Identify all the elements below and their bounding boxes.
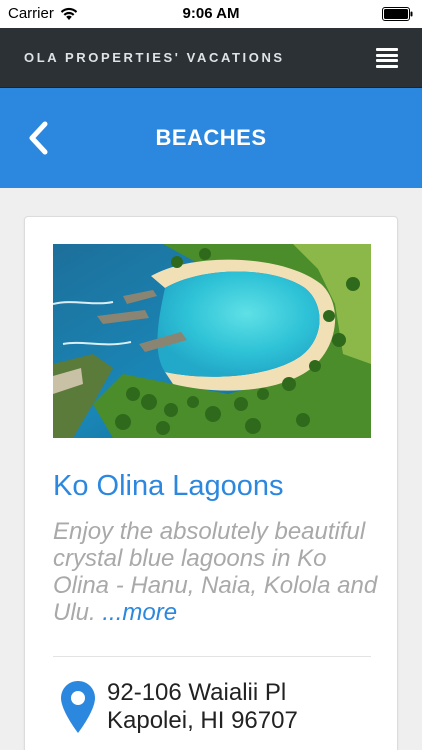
listing-title[interactable]: Ko Olina Lagoons	[53, 470, 284, 503]
listing-description: Enjoy the absolutely beautiful crystal b…	[53, 518, 383, 626]
map-pin-icon	[61, 681, 95, 733]
lagoon-photo[interactable]	[53, 244, 371, 438]
app-header: OLA PROPERTIES' VACATIONS	[0, 28, 422, 88]
app-title: OLA PROPERTIES' VACATIONS	[24, 50, 285, 65]
listing-card[interactable]: Ko Olina Lagoons Enjoy the absolutely be…	[24, 216, 398, 750]
address-line-2: Kapolei, HI 96707	[107, 707, 298, 734]
more-link[interactable]: ...more	[102, 599, 177, 626]
listing-address[interactable]: 92-106 Waialii Pl Kapolei, HI 96707	[107, 679, 298, 735]
status-time: 9:06 AM	[182, 5, 240, 22]
divider	[53, 656, 371, 657]
title-bar: BEACHES	[0, 88, 422, 188]
page-title: BEACHES	[155, 125, 267, 150]
status-bar: Carrier 9:06 AM	[0, 0, 422, 28]
battery-icon	[382, 7, 413, 21]
hamburger-menu-icon[interactable]	[376, 48, 398, 68]
address-line-1: 92-106 Waialii Pl	[107, 679, 287, 706]
